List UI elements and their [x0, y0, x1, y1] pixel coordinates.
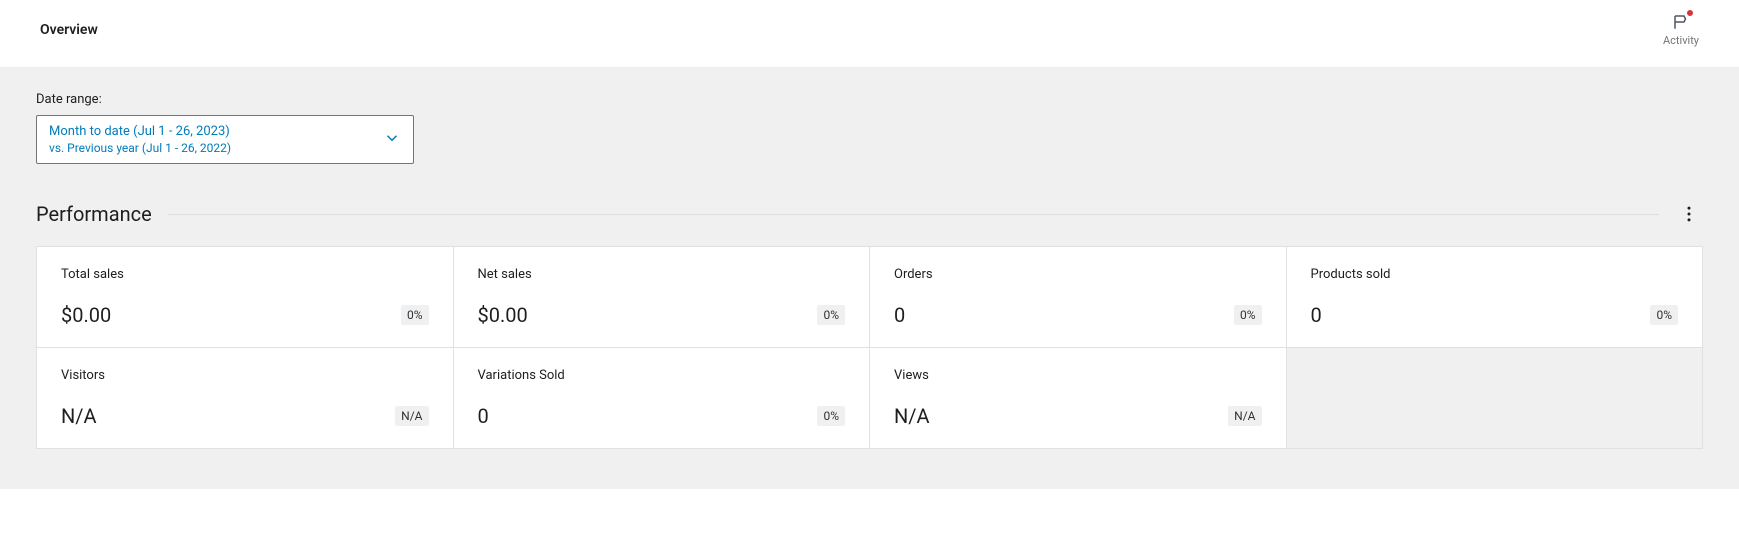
- stat-value: $0.00: [61, 303, 111, 327]
- activity-button[interactable]: Activity: [1663, 12, 1699, 47]
- performance-section-header: Performance: [36, 200, 1703, 228]
- stat-value: 0: [894, 303, 905, 327]
- stat-card-variations-sold[interactable]: Variations Sold 0 0%: [454, 348, 870, 448]
- stat-value: N/A: [61, 404, 97, 428]
- stat-row: 0 0%: [894, 303, 1262, 327]
- notification-dot-icon: [1687, 10, 1693, 16]
- stat-value: 0: [1311, 303, 1322, 327]
- date-range-label: Date range:: [36, 92, 1703, 107]
- flag-icon: [1671, 12, 1691, 32]
- date-range-secondary: vs. Previous year (Jul 1 - 26, 2022): [49, 141, 231, 155]
- stat-label: Variations Sold: [478, 368, 846, 383]
- stat-badge: 0%: [817, 406, 845, 426]
- stat-label: Orders: [894, 267, 1262, 282]
- stat-card-visitors[interactable]: Visitors N/A N/A: [37, 348, 453, 448]
- stat-badge: 0%: [401, 305, 429, 325]
- stat-card-products-sold[interactable]: Products sold 0 0%: [1287, 247, 1703, 347]
- stat-label: Views: [894, 368, 1262, 383]
- content-area: Date range: Month to date (Jul 1 - 26, 2…: [0, 68, 1739, 489]
- divider: [168, 214, 1659, 215]
- date-range-text: Month to date (Jul 1 - 26, 2023) vs. Pre…: [49, 124, 231, 155]
- section-title: Performance: [36, 202, 152, 226]
- performance-cards-grid: Total sales $0.00 0% Net sales $0.00 0% …: [36, 246, 1703, 449]
- stat-badge: N/A: [395, 406, 428, 426]
- stat-label: Net sales: [478, 267, 846, 282]
- section-menu-button[interactable]: [1675, 200, 1703, 228]
- stat-label: Visitors: [61, 368, 429, 383]
- stat-value: N/A: [894, 404, 930, 428]
- stat-label: Total sales: [61, 267, 429, 282]
- stat-row: N/A N/A: [61, 404, 429, 428]
- stat-card-views[interactable]: Views N/A N/A: [870, 348, 1286, 448]
- stat-row: N/A N/A: [894, 404, 1262, 428]
- date-range-dropdown[interactable]: Month to date (Jul 1 - 26, 2023) vs. Pre…: [36, 115, 414, 164]
- stat-row: $0.00 0%: [478, 303, 846, 327]
- stat-row: 0 0%: [478, 404, 846, 428]
- stat-value: $0.00: [478, 303, 528, 327]
- stat-card-net-sales[interactable]: Net sales $0.00 0%: [454, 247, 870, 347]
- activity-label: Activity: [1663, 34, 1699, 47]
- stat-badge: 0%: [1234, 305, 1262, 325]
- stat-value: 0: [478, 404, 489, 428]
- stat-badge: N/A: [1228, 406, 1261, 426]
- page-title: Overview: [40, 22, 98, 38]
- kebab-icon: [1679, 204, 1699, 224]
- stat-row: 0 0%: [1311, 303, 1679, 327]
- stat-card-orders[interactable]: Orders 0 0%: [870, 247, 1286, 347]
- stat-label: Products sold: [1311, 267, 1679, 282]
- page-header: Overview Activity: [0, 0, 1739, 68]
- stat-badge: 0%: [1650, 305, 1678, 325]
- chevron-down-icon: [383, 129, 401, 151]
- stat-card-empty: [1287, 348, 1703, 448]
- stat-badge: 0%: [817, 305, 845, 325]
- date-range-primary: Month to date (Jul 1 - 26, 2023): [49, 124, 231, 139]
- stat-row: $0.00 0%: [61, 303, 429, 327]
- stat-card-total-sales[interactable]: Total sales $0.00 0%: [37, 247, 453, 347]
